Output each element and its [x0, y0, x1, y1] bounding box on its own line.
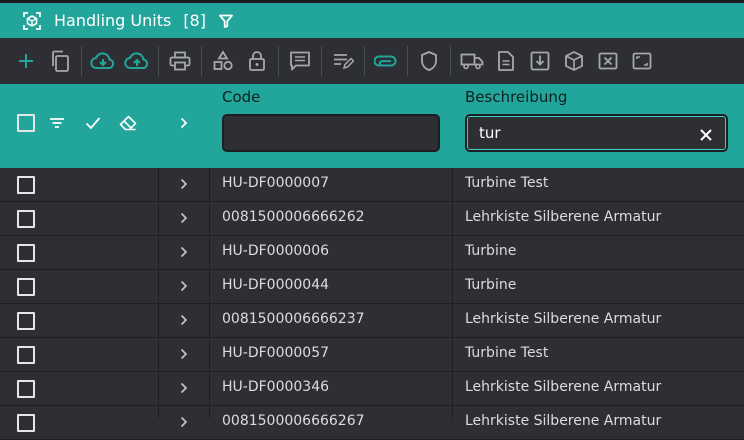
row-checkbox[interactable] [17, 380, 35, 398]
table-body: HU-DF0000007 Turbine Test 0081500006666262… [0, 168, 744, 440]
row-code: HU-DF0000044 [222, 277, 330, 293]
page-title: Handling Units [54, 11, 172, 30]
row-code: 0081500006666262 [222, 209, 365, 225]
toolbar-divider [364, 46, 365, 76]
row-description: Lehrkiste Silberene Armatur [465, 311, 662, 327]
row-checkbox[interactable] [17, 346, 35, 364]
column-header-description[interactable]: Beschreibung [465, 88, 567, 106]
comment-icon[interactable] [283, 44, 317, 78]
toolbar [0, 38, 744, 84]
table-row[interactable]: HU-DF0000006 Turbine [0, 236, 744, 270]
lock-icon[interactable] [240, 44, 274, 78]
table-row[interactable]: 0081500006666262 Lehrkiste Silberene Arma… [0, 202, 744, 236]
table-row[interactable]: 0081500006666267 Lehrkiste Silberene Arma… [0, 406, 744, 440]
table-header: Code Beschreibung [0, 84, 744, 168]
column-divider [452, 168, 453, 418]
filter-lines-icon[interactable] [47, 113, 67, 133]
row-description: Turbine Test [465, 175, 549, 191]
row-description: Lehrkiste Silberene Armatur [465, 413, 662, 429]
cloud-upload-icon[interactable] [120, 44, 154, 78]
row-checkbox[interactable] [17, 176, 35, 194]
chevron-right-icon[interactable] [176, 380, 192, 396]
row-checkbox[interactable] [17, 414, 35, 432]
cloud-download-icon[interactable] [86, 44, 120, 78]
package-icon[interactable] [557, 44, 591, 78]
record-count: [8] [183, 11, 206, 30]
select-all-checkbox[interactable] [17, 114, 35, 132]
truck-icon[interactable] [455, 44, 489, 78]
edit-list-icon[interactable] [326, 44, 360, 78]
row-description: Turbine [465, 243, 517, 259]
toolbar-divider [158, 46, 159, 76]
chevron-right-icon[interactable] [176, 244, 192, 260]
column-divider [209, 168, 210, 418]
table-row[interactable]: 0081500006666237 Lehrkiste Silberene Arma… [0, 304, 744, 338]
toolbar-divider [278, 46, 279, 76]
check-icon[interactable] [83, 113, 103, 133]
table-row[interactable]: HU-DF0000346 Lehrkiste Silberene Armatur [0, 372, 744, 406]
row-checkbox[interactable] [17, 278, 35, 296]
plus-icon[interactable] [9, 44, 43, 78]
row-code: 0081500006666237 [222, 311, 365, 327]
clear-filter-icon[interactable] [696, 125, 716, 145]
description-filter-input[interactable] [465, 114, 728, 152]
row-description: Lehrkiste Silberene Armatur [465, 379, 662, 395]
attachment-icon[interactable] [369, 44, 403, 78]
shapes-icon[interactable] [206, 44, 240, 78]
chevron-right-icon[interactable] [176, 346, 192, 362]
close-box-icon[interactable] [591, 44, 625, 78]
row-code: HU-DF0000006 [222, 243, 330, 259]
document-icon[interactable] [489, 44, 523, 78]
toolbar-divider [407, 46, 408, 76]
filter-icon[interactable] [219, 12, 237, 30]
row-description: Turbine Test [465, 345, 549, 361]
column-divider [158, 168, 159, 418]
handling-unit-icon [21, 10, 43, 32]
row-code: HU-DF0000007 [222, 175, 330, 191]
toolbar-divider [450, 46, 451, 76]
chevron-right-icon[interactable] [176, 210, 192, 226]
row-checkbox[interactable] [17, 244, 35, 262]
row-description: Turbine [465, 277, 517, 293]
chevron-right-icon[interactable] [176, 278, 192, 294]
expand-icon[interactable] [625, 44, 659, 78]
row-checkbox[interactable] [17, 312, 35, 330]
chevron-right-icon[interactable] [174, 113, 194, 133]
print-icon[interactable] [163, 44, 197, 78]
row-code: HU-DF0000346 [222, 379, 330, 395]
row-code: HU-DF0000057 [222, 345, 330, 361]
chevron-right-icon[interactable] [176, 312, 192, 328]
table-row[interactable]: HU-DF0000007 Turbine Test [0, 168, 744, 202]
table-row[interactable]: HU-DF0000057 Turbine Test [0, 338, 744, 372]
toolbar-divider [201, 46, 202, 76]
code-filter-input[interactable] [222, 114, 440, 152]
shield-icon[interactable] [412, 44, 446, 78]
eraser-icon[interactable] [118, 113, 138, 133]
row-checkbox[interactable] [17, 210, 35, 228]
chevron-right-icon[interactable] [176, 414, 192, 430]
copy-icon[interactable] [43, 44, 77, 78]
download-box-icon[interactable] [523, 44, 557, 78]
row-description: Lehrkiste Silberene Armatur [465, 209, 662, 225]
title-bar: Handling Units [8] [0, 0, 744, 38]
column-header-code[interactable]: Code [222, 88, 260, 106]
toolbar-divider [81, 46, 82, 76]
chevron-right-icon[interactable] [176, 176, 192, 192]
toolbar-divider [321, 46, 322, 76]
row-code: 0081500006666267 [222, 413, 365, 429]
table-row[interactable]: HU-DF0000044 Turbine [0, 270, 744, 304]
